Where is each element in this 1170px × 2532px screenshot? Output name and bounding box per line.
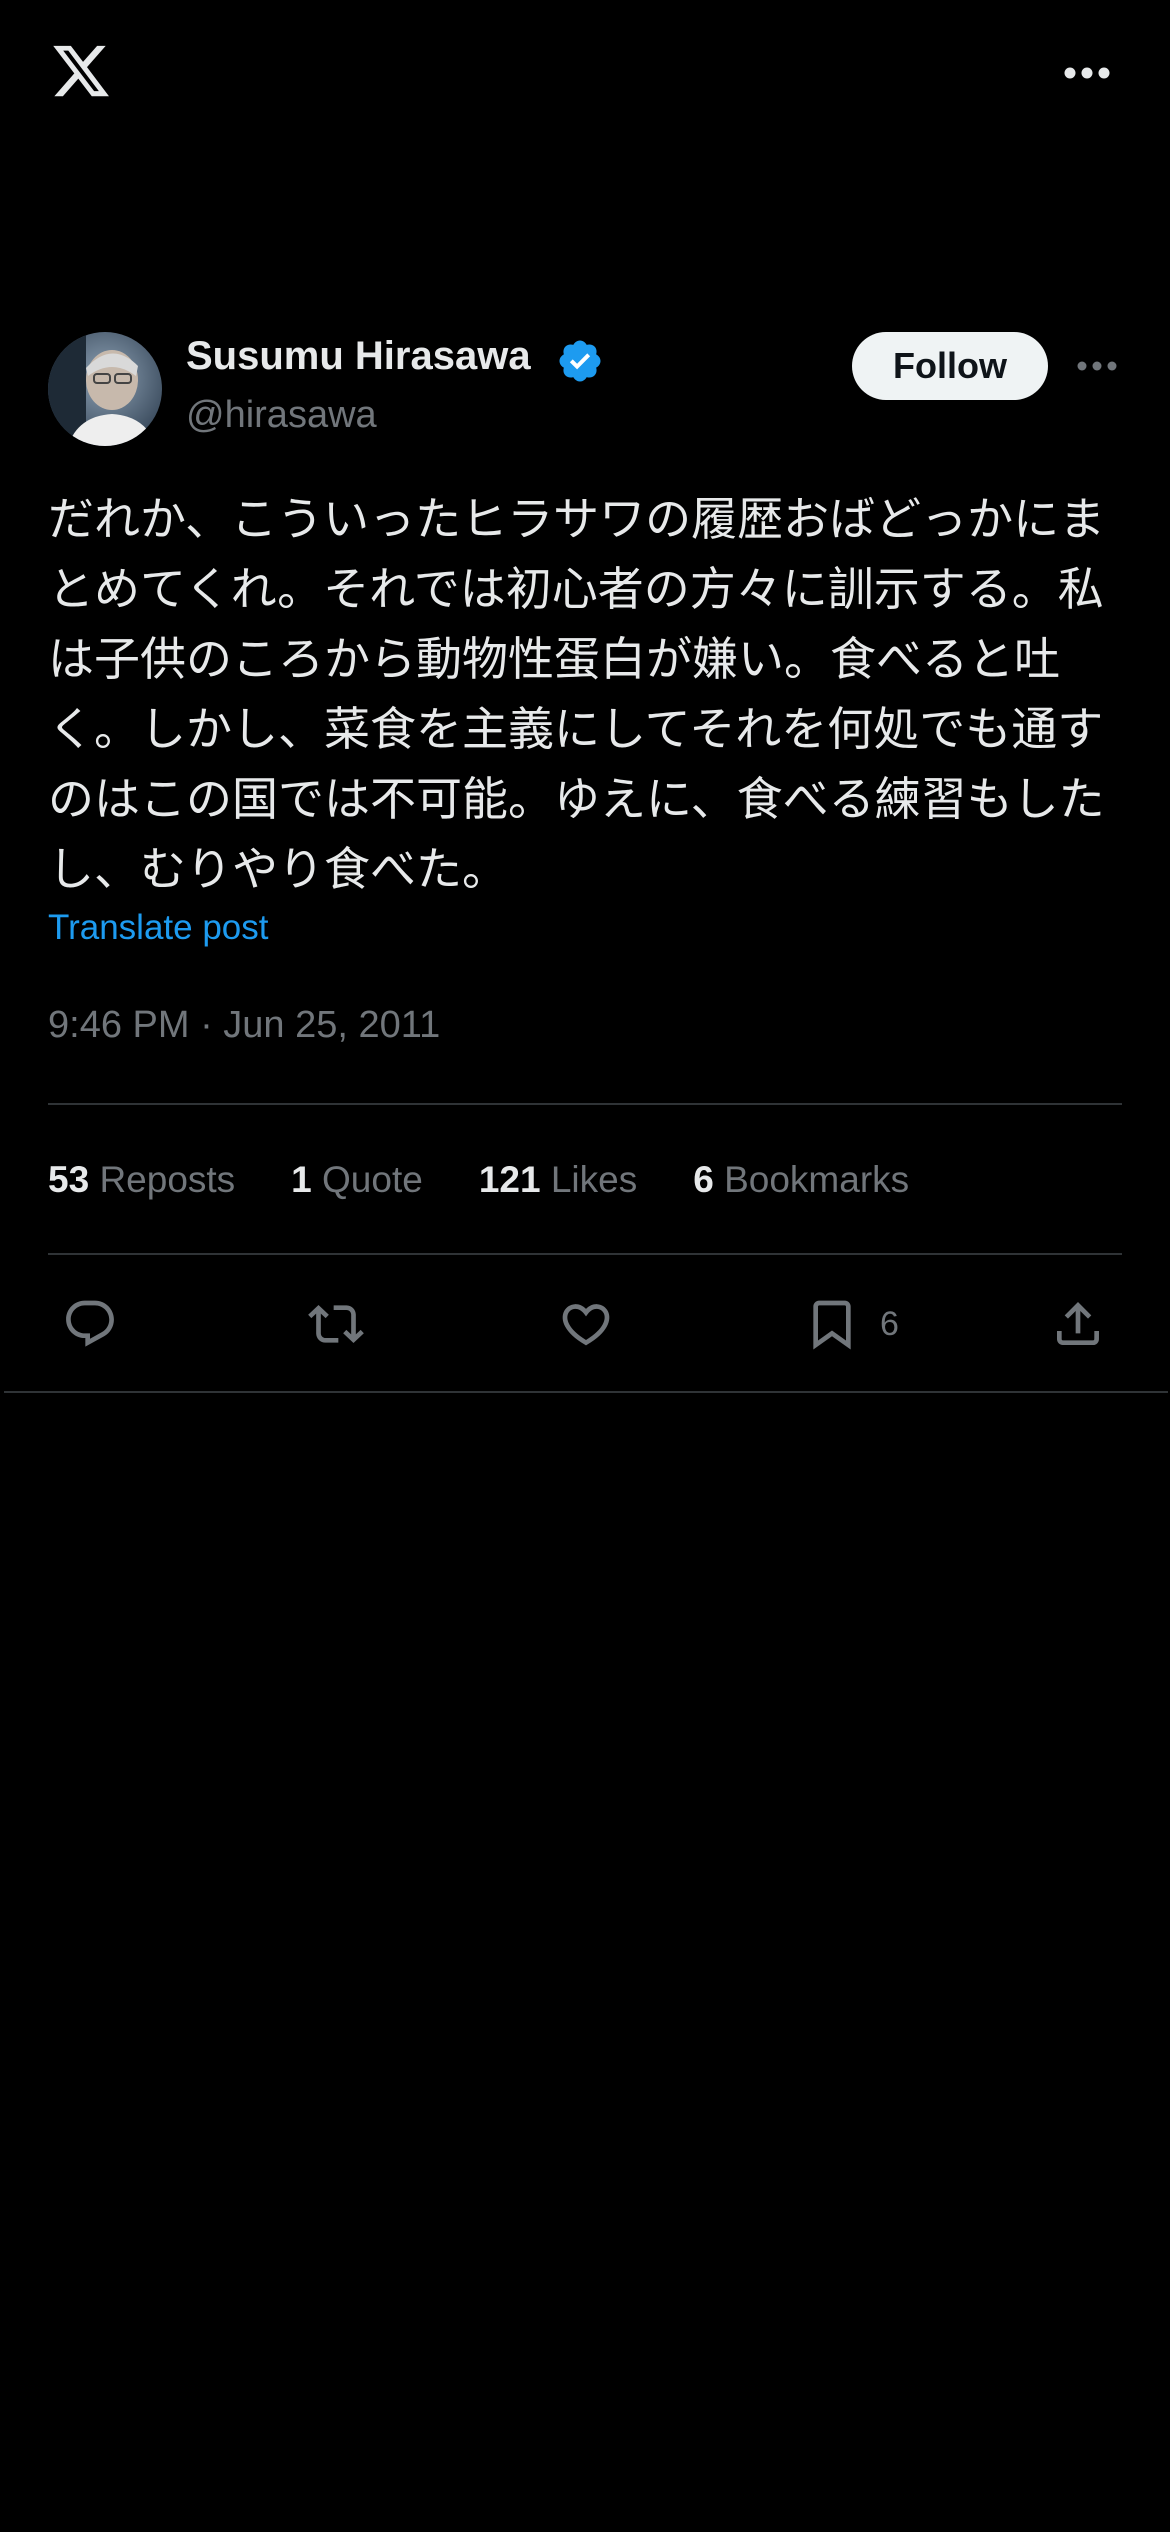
post-stats: 53 Reposts 1 Quote 121 Likes 6 Bookmarks xyxy=(48,1155,965,1205)
quotes-label: Quote xyxy=(322,1159,423,1200)
reply-icon xyxy=(66,1300,114,1347)
reposts-count: 53 xyxy=(48,1159,90,1200)
divider xyxy=(4,1391,1168,1393)
divider xyxy=(48,1103,1122,1105)
x-logo-icon[interactable] xyxy=(48,40,114,102)
more-horizontal-icon[interactable] xyxy=(1062,64,1112,82)
heart-icon xyxy=(562,1304,610,1346)
share-icon xyxy=(1057,1302,1099,1345)
bookmark-icon xyxy=(813,1300,851,1350)
quotes-stat[interactable]: 1 Quote xyxy=(291,1159,423,1201)
post-timestamp[interactable]: 9:46 PM · Jun 25, 2011 xyxy=(48,1004,440,1047)
top-bar xyxy=(0,0,1170,150)
avatar[interactable] xyxy=(48,332,162,446)
bookmark-button[interactable]: 6 xyxy=(804,1294,899,1354)
like-button[interactable] xyxy=(558,1294,614,1354)
divider xyxy=(48,1253,1122,1255)
user-handle[interactable]: @hirasawa xyxy=(186,394,377,437)
reposts-label: Reposts xyxy=(99,1159,236,1200)
translate-post-link[interactable]: Translate post xyxy=(48,908,268,948)
display-name[interactable]: Susumu Hirasawa xyxy=(186,334,531,379)
bookmarks-label: Bookmarks xyxy=(724,1159,910,1200)
likes-count: 121 xyxy=(478,1159,541,1200)
follow-button[interactable]: Follow xyxy=(852,332,1048,400)
post-text: だれか、こういったヒラサワの履歴おばどっかにまとめてくれ。それでは初心者の方々に… xyxy=(48,492,1106,896)
likes-label: Likes xyxy=(550,1159,638,1200)
repost-icon xyxy=(308,1305,364,1343)
share-button[interactable] xyxy=(1050,1294,1106,1354)
bookmarks-stat[interactable]: 6 Bookmarks xyxy=(693,1159,909,1201)
reply-button[interactable] xyxy=(62,1294,118,1354)
likes-stat[interactable]: 121 Likes xyxy=(479,1159,637,1201)
repost-button[interactable] xyxy=(308,1294,364,1354)
bookmark-action-count: 6 xyxy=(880,1304,899,1343)
quotes-count: 1 xyxy=(291,1159,312,1200)
reposts-stat[interactable]: 53 Reposts xyxy=(48,1159,235,1201)
bookmarks-count: 6 xyxy=(693,1159,714,1200)
verified-badge-icon xyxy=(559,340,601,382)
post-more-icon[interactable] xyxy=(1076,358,1118,374)
